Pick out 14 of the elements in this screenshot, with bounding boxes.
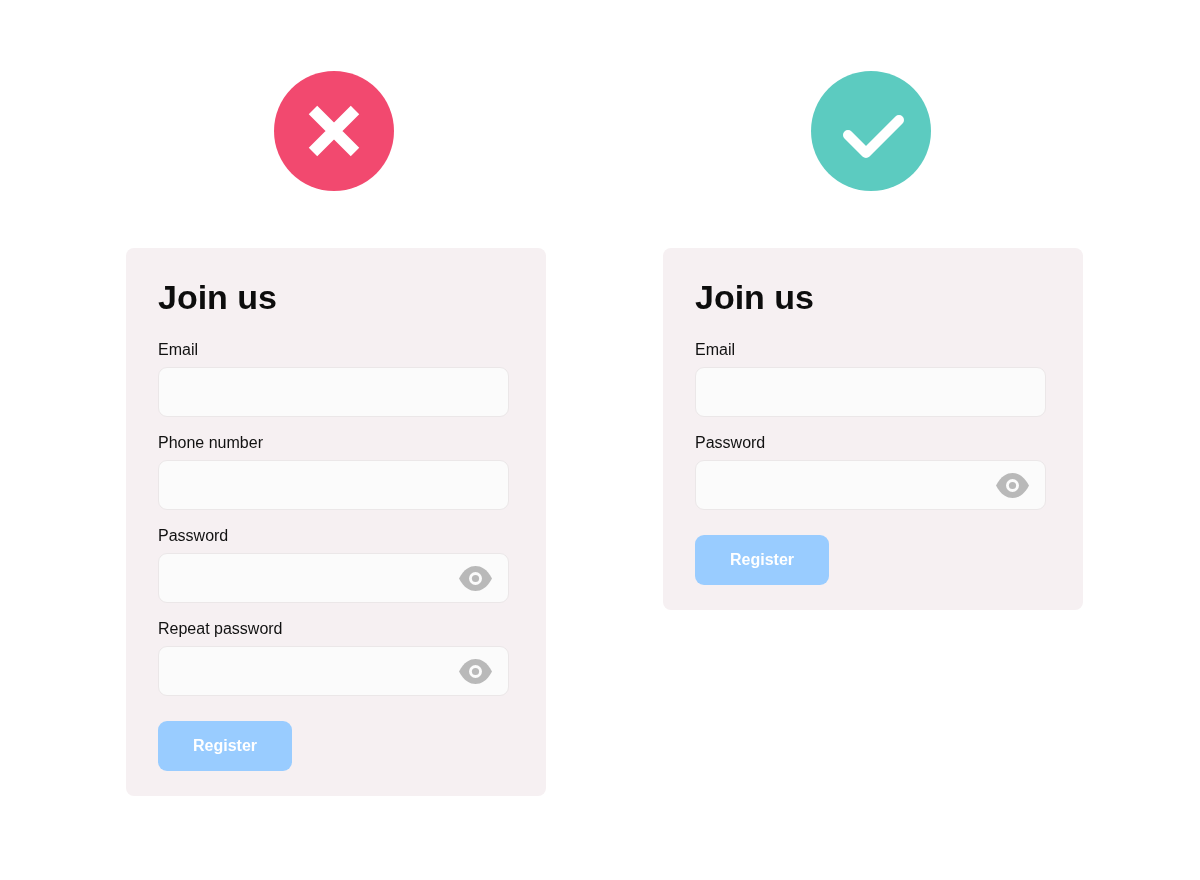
password-field[interactable] (158, 646, 509, 696)
field-label: Phone number (158, 433, 263, 453)
field-label: Email (695, 340, 735, 360)
password-field[interactable] (695, 460, 1046, 510)
eye-icon[interactable] (459, 565, 492, 591)
field-label: Password (695, 433, 766, 453)
eye-icon[interactable] (459, 658, 492, 684)
eye-icon[interactable] (996, 472, 1029, 498)
password-field[interactable] (158, 553, 509, 603)
field-label: Password (158, 526, 229, 546)
field-label: Email (158, 340, 198, 360)
form-title: Join us (158, 277, 278, 317)
field-label: Repeat password (158, 619, 283, 639)
form-title: Join us (695, 277, 815, 317)
